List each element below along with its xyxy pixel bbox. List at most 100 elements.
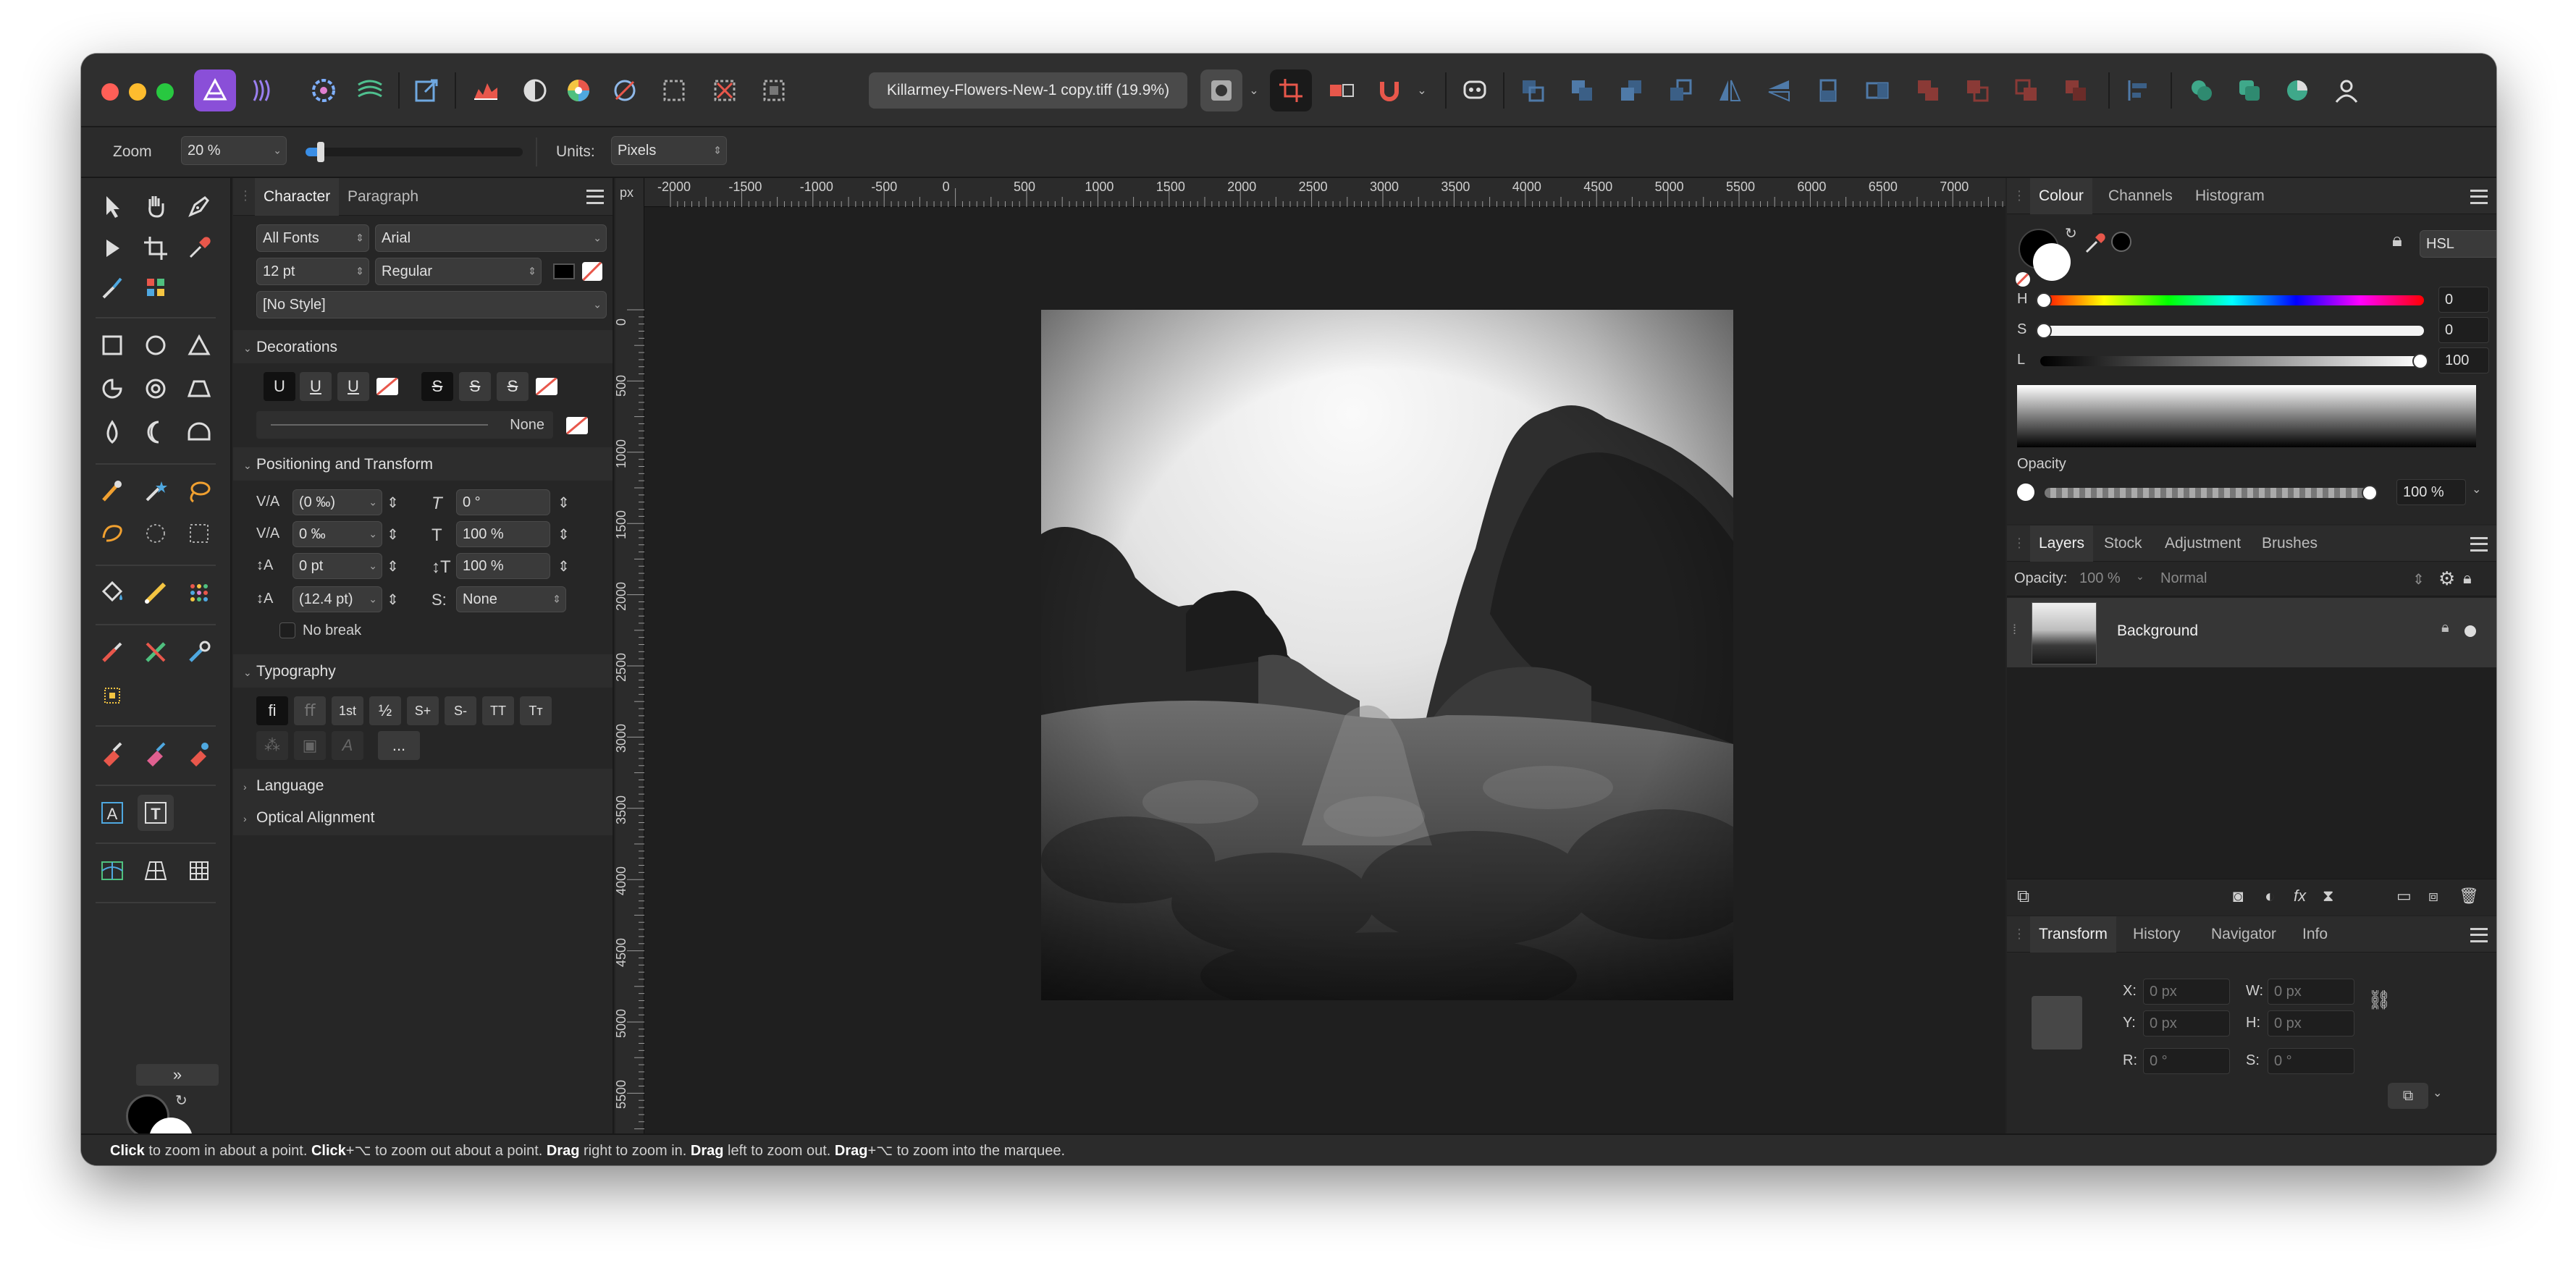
units-select[interactable]: Pixels ⇕ [611, 136, 727, 165]
contextual-alternates-button[interactable]: A [332, 731, 363, 760]
tab-histogram[interactable]: Histogram [2186, 178, 2273, 214]
strikethrough-single-button[interactable]: S [421, 372, 453, 401]
flip-vertical-button[interactable] [1758, 69, 1800, 111]
paint-brush-tool[interactable] [94, 634, 130, 670]
panel-menu-icon[interactable] [2470, 928, 2488, 942]
panel-menu-icon[interactable] [586, 190, 604, 204]
paragraph-style-select[interactable]: [No Style] ⌄ [256, 291, 607, 318]
tab-layers[interactable]: Layers [2030, 525, 2094, 562]
photo-persona-button[interactable] [194, 69, 236, 111]
strike-colour-none-swatch[interactable] [536, 378, 557, 395]
gear-icon[interactable]: ⚙ [2438, 567, 2455, 590]
deselect-button[interactable] [704, 69, 746, 111]
auto-colour-button[interactable] [557, 69, 599, 111]
move-forward-button[interactable] [1610, 69, 1652, 111]
x-field[interactable]: 0 px [2143, 979, 2230, 1005]
stepper-icon[interactable]: ⇕ [557, 557, 570, 575]
magic-wand-tool[interactable] [138, 473, 174, 510]
stylistic-set-button[interactable]: ⁂ [256, 731, 288, 760]
underline-single-button[interactable]: U [264, 372, 295, 401]
stepper-icon[interactable]: ⇕ [387, 494, 399, 512]
font-collection-select[interactable]: All Fonts ⇕ [256, 224, 369, 252]
move-to-front-button[interactable] [1659, 69, 1701, 111]
invert-selection-button[interactable] [753, 69, 795, 111]
lock-icon[interactable]: 🔒︎ [2463, 569, 2472, 588]
all-caps-button[interactable]: TT [482, 696, 514, 725]
lightness-value-field[interactable]: 100 [2438, 347, 2489, 373]
panel-menu-icon[interactable] [2470, 537, 2488, 552]
live-filter-icon[interactable]: fx [2294, 887, 2306, 905]
canvas-area[interactable]: -2000 -1500 -1000 -500 0 500 1000 1500 2000 2500 3… [614, 178, 2005, 1133]
layer-name[interactable]: Background [2117, 622, 2198, 640]
auto-contrast-button[interactable] [514, 69, 556, 111]
xor-boolean-button[interactable] [2055, 69, 2097, 111]
link-proportions-icon[interactable]: ⛓︎ [2367, 989, 2391, 1011]
drag-handle-icon[interactable]: ⁞ [2013, 622, 2016, 638]
decoration-line-none-swatch[interactable] [566, 417, 588, 434]
pixel-layer-icon[interactable]: ⧗ [2323, 887, 2333, 905]
move-to-back-button[interactable] [1512, 69, 1554, 111]
expand-tools-button[interactable]: » [136, 1064, 219, 1086]
vertical-ruler[interactable]: 0 500 1000 1500 2000 2500 3000 3500 4000 4500 5000… [614, 178, 644, 1133]
case-select[interactable]: None ⇕ [456, 586, 566, 612]
selection-brush-tool[interactable] [94, 269, 130, 305]
hue-value-field[interactable]: 0 [2438, 287, 2489, 313]
layer-opacity-value[interactable]: 100 % [2079, 570, 2121, 587]
decorations-section-header[interactable]: ⌄ Decorations [243, 339, 337, 356]
panel-menu-icon[interactable] [2470, 190, 2488, 204]
elliptical-marquee-tool[interactable] [138, 515, 174, 552]
freehand-selection-tool[interactable] [94, 515, 130, 552]
mask-layer-icon[interactable]: ◙ [2233, 887, 2244, 907]
tab-colour[interactable]: Colour [2030, 178, 2092, 214]
quick-mask-menu[interactable]: ⌄ [1244, 69, 1264, 111]
stepper-icon[interactable]: ⇕ [387, 591, 399, 609]
opacity-slider[interactable] [2045, 488, 2370, 498]
pattern-tool[interactable] [181, 575, 217, 611]
recent-colour-swatch[interactable] [2111, 232, 2131, 252]
superscript-ordinals-button[interactable]: 1st [332, 696, 363, 725]
minimize-window-button[interactable] [129, 83, 146, 101]
mesh-warp-tool[interactable] [94, 853, 130, 889]
tab-paragraph[interactable]: Paragraph [339, 178, 427, 216]
strikethrough-double-button[interactable]: S [459, 372, 491, 401]
horizontal-ruler[interactable]: -2000 -1500 -1000 -500 0 500 1000 1500 2000 2500 3… [615, 178, 2005, 207]
blend-mode-select[interactable]: Normal [2160, 570, 2207, 587]
snapping-menu[interactable]: ⌄ [1412, 69, 1432, 111]
standard-ligatures-button[interactable]: fi [256, 696, 288, 725]
saturation-slider-knob[interactable] [2036, 323, 2052, 339]
no-colour-icon[interactable] [2016, 272, 2030, 287]
auto-white-balance-button[interactable] [604, 69, 646, 111]
saturation-slider[interactable] [2040, 326, 2424, 336]
stepper-icon[interactable]: ⇕ [387, 525, 399, 544]
tear-tool[interactable] [94, 414, 130, 450]
ellipse-tool[interactable] [138, 327, 174, 363]
flood-erase-tool[interactable] [181, 735, 217, 772]
segment-tool[interactable] [181, 414, 217, 450]
tone-mapping-persona-button[interactable] [349, 69, 391, 111]
add-boolean-button[interactable] [1907, 69, 1949, 111]
hue-slider-knob[interactable] [2036, 292, 2052, 308]
superscript-button[interactable]: S+ [407, 696, 439, 725]
colour-picker-tool[interactable] [181, 230, 217, 266]
flood-select-tool[interactable] [138, 269, 174, 305]
fractions-button[interactable]: ½ [369, 696, 401, 725]
layer-lock-icon[interactable]: 🔒︎ [2441, 620, 2449, 636]
fill-tool[interactable] [94, 575, 130, 611]
lightness-slider[interactable] [2040, 356, 2424, 366]
mixer-brush-tool[interactable] [138, 634, 174, 670]
assistant-button[interactable] [1270, 69, 1312, 111]
view-tool[interactable] [138, 188, 174, 224]
perspective-tool[interactable] [138, 853, 174, 889]
chevron-down-icon[interactable]: ⌄ [2136, 570, 2144, 583]
intersect-boolean-button[interactable] [2005, 69, 2047, 111]
document-title[interactable]: Killarmey-Flowers-New-1 copy.tiff (19.9%… [869, 72, 1187, 109]
tab-character[interactable]: Character [255, 178, 340, 216]
move-tool[interactable] [94, 188, 130, 224]
trash-icon[interactable]: 🗑︎ [2459, 887, 2479, 905]
text-fill-swatch[interactable] [553, 263, 575, 279]
positioning-section-header[interactable]: ⌄ Positioning and Transform [243, 456, 433, 473]
tab-history[interactable]: History [2124, 916, 2189, 953]
background-erase-tool[interactable] [138, 735, 174, 772]
zoom-slider[interactable] [306, 142, 523, 162]
shear-field[interactable]: 0 ° [456, 489, 550, 515]
